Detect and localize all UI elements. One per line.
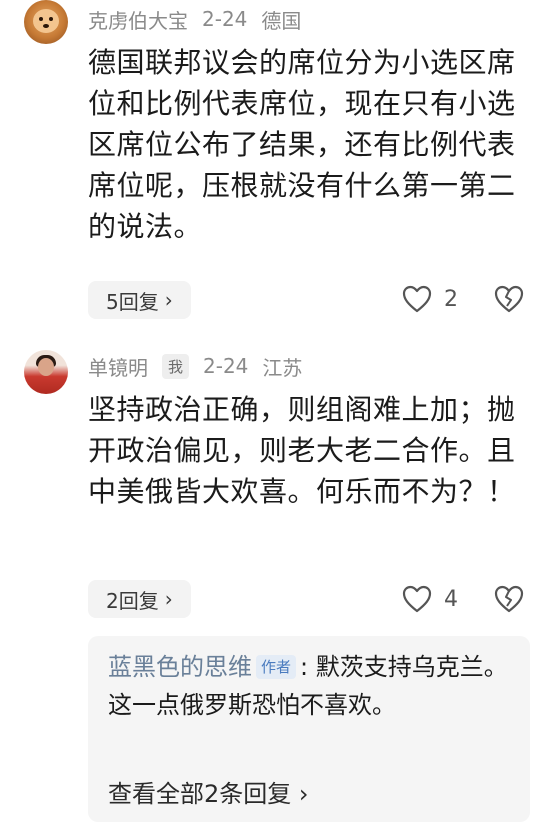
comment-meta: 克虏伯大宝 2-24 德国: [88, 4, 301, 34]
heart-outline-icon: [402, 585, 432, 613]
comment-meta: 单镜明 我 2-24 江苏: [88, 351, 302, 381]
comment-text[interactable]: 坚持政治正确，则组阁难上加；抛开政治偏见，则老大老二合作。且中美俄皆大欢喜。何乐…: [88, 389, 528, 512]
sub-reply[interactable]: 蓝黑色的思维 作者: 默茨支持乌克兰。这一点俄罗斯恐怕不喜欢。: [108, 648, 518, 724]
heart-outline-icon: [402, 285, 432, 313]
broken-heart-icon: [494, 285, 524, 313]
chevron-right-icon: ›: [164, 587, 173, 611]
like-button[interactable]: 4: [402, 585, 458, 613]
replies-count-label: 2回复: [106, 588, 159, 613]
view-replies-button[interactable]: 5回复 ›: [88, 281, 191, 319]
comment-location: 江苏: [262, 355, 303, 380]
chevron-right-icon: ›: [298, 780, 309, 808]
like-count: 2: [444, 286, 458, 312]
view-all-label: 查看全部2条回复: [108, 780, 292, 808]
dislike-button[interactable]: [494, 285, 524, 317]
comment-location: 德国: [261, 8, 302, 33]
reply-author[interactable]: 蓝黑色的思维: [108, 653, 252, 681]
dislike-button[interactable]: [494, 585, 524, 617]
view-replies-button[interactable]: 2回复 ›: [88, 580, 191, 618]
comment-text[interactable]: 德国联邦议会的席位分为小选区席位和比例代表席位，现在只有小选区席位公布了结果，还…: [88, 42, 528, 247]
username[interactable]: 克虏伯大宝: [88, 5, 188, 34]
username[interactable]: 单镜明: [88, 352, 148, 381]
avatar-face: [33, 9, 59, 33]
view-all-replies-link[interactable]: 查看全部2条回复 ›: [108, 774, 309, 809]
avatar-eye: [39, 17, 43, 21]
avatar-nose: [43, 24, 49, 28]
like-count: 4: [444, 586, 458, 612]
like-button[interactable]: 2: [402, 285, 458, 313]
avatar-head: [38, 358, 54, 376]
author-badge: 作者: [256, 655, 297, 679]
avatar[interactable]: [24, 350, 68, 394]
reply-thread: 蓝黑色的思维 作者: 默茨支持乌克兰。这一点俄罗斯恐怕不喜欢。 查看全部2条回复 …: [88, 636, 530, 822]
self-badge: 我: [162, 353, 190, 379]
reply-separator: :: [300, 653, 309, 681]
comment-date: 2-24: [202, 7, 248, 31]
chevron-right-icon: ›: [164, 288, 173, 312]
avatar-eye: [49, 17, 53, 21]
replies-count-label: 5回复: [106, 289, 159, 314]
broken-heart-icon: [494, 585, 524, 613]
comment-date: 2-24: [203, 354, 249, 378]
avatar[interactable]: [24, 0, 68, 44]
